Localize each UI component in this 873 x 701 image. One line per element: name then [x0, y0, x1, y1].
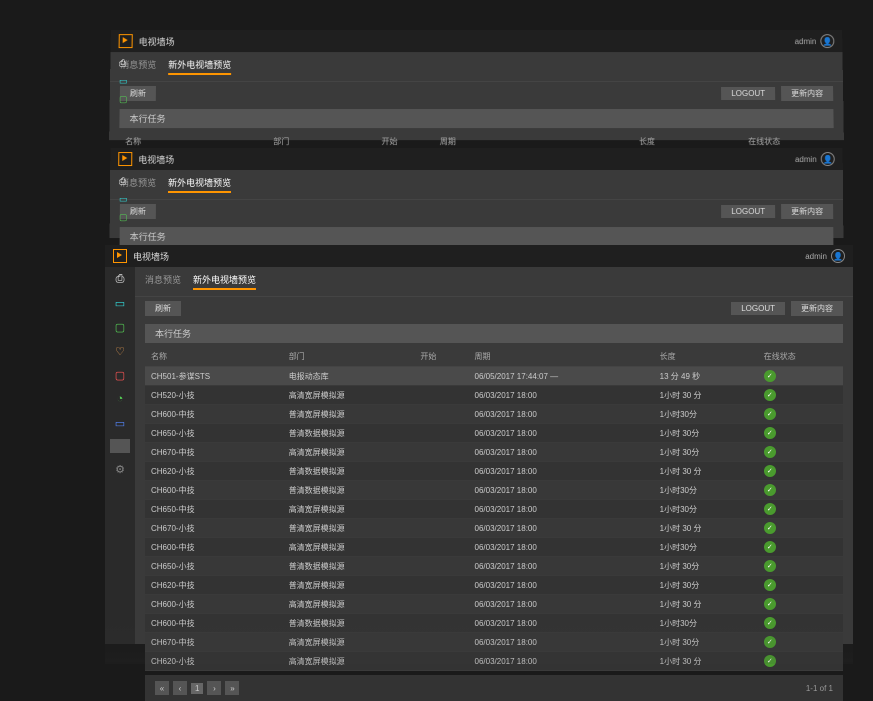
check-icon: ✓	[764, 484, 776, 496]
section-label: 本行任务	[145, 324, 843, 343]
username: admin	[795, 37, 817, 46]
user-area[interactable]: admin 👤	[805, 249, 845, 263]
col-name[interactable]: 名称	[145, 347, 283, 367]
pager-page: 1	[191, 683, 203, 694]
update-button[interactable]: 更新内容	[781, 86, 833, 101]
print-icon[interactable]: ⎙	[119, 176, 131, 188]
check-icon: ✓	[764, 427, 776, 439]
col-period[interactable]: 周期	[469, 347, 654, 367]
pager-info: 1-1 of 1	[806, 684, 833, 693]
refresh-button[interactable]: 刷新	[145, 301, 181, 316]
logo-icon	[113, 249, 127, 263]
col-dept[interactable]: 部门	[283, 347, 415, 367]
table-row[interactable]: CH670-小技 普清宽屏模拟源 06/03/2017 18:00 1小时 30…	[145, 519, 843, 538]
folder-icon[interactable]: ▭	[112, 415, 128, 431]
print-icon[interactable]: ⎙	[119, 58, 131, 70]
header-2: 电视墙场 admin 👤	[110, 148, 843, 170]
table-row[interactable]: CH650-小技 普清数据模拟源 06/03/2017 18:00 1小时 30…	[145, 557, 843, 576]
check-icon: ✓	[764, 560, 776, 572]
update-button[interactable]: 更新内容	[791, 301, 843, 316]
logout-button[interactable]: LOGOUT	[731, 302, 785, 315]
check-icon: ✓	[764, 446, 776, 458]
logo-icon	[118, 152, 132, 166]
sidebar-mini-2: ⎙ ▭ ▢	[114, 172, 136, 232]
sidebar-mini-1: ⎙ ▭ ▢	[114, 54, 136, 134]
user-area[interactable]: admin 👤	[795, 152, 835, 166]
panel-1: 电视墙场 admin 👤 消息预览 新外电视墙预览 刷新 LOGOUT 更新内容…	[109, 30, 844, 140]
screen-icon[interactable]: ▭	[119, 194, 131, 206]
panel-3: 电视墙场 admin 👤 消息预览 新外电视墙预览 刷新 LOGOUT 更新内容…	[105, 245, 853, 644]
monitor-icon[interactable]: ▢	[112, 319, 128, 335]
check-icon: ✓	[764, 465, 776, 477]
table-row[interactable]: CH600-中技 高清宽屏模拟源 06/03/2017 18:00 1小时30分…	[145, 538, 843, 557]
app-title: 电视墙场	[138, 153, 174, 166]
section-label: 本行任务	[119, 109, 833, 128]
table-row[interactable]: CH650-中技 高清宽屏模拟源 06/03/2017 18:00 1小时30分…	[145, 500, 843, 519]
update-button[interactable]: 更新内容	[781, 204, 833, 219]
monitor-icon[interactable]: ▢	[119, 94, 131, 106]
user-area[interactable]: admin 👤	[794, 34, 834, 48]
tabs-1: 消息预览 新外电视墙预览	[110, 52, 843, 82]
chart-icon[interactable]: ◔	[112, 391, 128, 407]
check-icon: ✓	[764, 389, 776, 401]
app-title: 电视墙场	[133, 250, 169, 263]
pager-next[interactable]: ›	[207, 681, 221, 695]
table-row[interactable]: CH620-中技 普清宽屏模拟源 06/03/2017 18:00 1小时 30…	[145, 576, 843, 595]
table-row[interactable]: CH600-中技 普清宽屏模拟源 06/03/2017 18:00 1小时30分…	[145, 405, 843, 424]
square-icon[interactable]: ▢	[112, 367, 128, 383]
screen-icon[interactable]: ▭	[119, 76, 131, 88]
check-icon: ✓	[764, 541, 776, 553]
pager-first[interactable]: «	[155, 681, 169, 695]
col-start[interactable]: 开始	[414, 347, 468, 367]
col-status[interactable]: 在线状态	[758, 347, 843, 367]
check-icon: ✓	[764, 598, 776, 610]
tab-wall[interactable]: 新外电视墙预览	[168, 58, 231, 75]
table-row[interactable]: CH600-小技 高清宽屏模拟源 06/03/2017 18:00 1小时 30…	[145, 595, 843, 614]
border-icon[interactable]	[110, 439, 130, 453]
app-title: 电视墙场	[139, 35, 175, 48]
table-row[interactable]: CH670-中技 高清宽屏模拟源 06/03/2017 18:00 1小时 30…	[145, 443, 843, 462]
avatar-icon: 👤	[831, 249, 845, 263]
table-row[interactable]: CH650-小技 普清数据模拟源 06/03/2017 18:00 1小时 30…	[145, 424, 843, 443]
heart-icon[interactable]: ♡	[112, 343, 128, 359]
sidebar: ⎙ ▭ ▢ ♡ ▢ ◔ ▭ ⚙	[105, 267, 135, 644]
table-row[interactable]: CH520-小技 高清宽屏模拟源 06/03/2017 18:00 1小时 30…	[145, 386, 843, 405]
pager-prev[interactable]: ‹	[173, 681, 187, 695]
check-icon: ✓	[764, 370, 776, 382]
tab-wall[interactable]: 新外电视墙预览	[168, 176, 231, 193]
table-row[interactable]: CH620-小技 普清数据模拟源 06/03/2017 18:00 1小时 30…	[145, 462, 843, 481]
avatar-icon: 👤	[821, 152, 835, 166]
reflection	[105, 614, 853, 664]
tab-preview[interactable]: 消息预览	[145, 273, 181, 290]
tab-wall[interactable]: 新外电视墙预览	[193, 273, 256, 290]
gear-icon[interactable]: ⚙	[112, 461, 128, 477]
tabs-3: 消息预览 新外电视墙预览	[135, 267, 853, 297]
monitor-icon[interactable]: ▢	[119, 212, 131, 224]
header-1: 电视墙场 admin 👤	[111, 30, 843, 52]
check-icon: ✓	[764, 579, 776, 591]
pager-last[interactable]: »	[225, 681, 239, 695]
avatar-icon: 👤	[820, 34, 834, 48]
logout-button[interactable]: LOGOUT	[721, 205, 775, 218]
header-3: 电视墙场 admin 👤	[105, 245, 853, 267]
check-icon: ✓	[764, 522, 776, 534]
pager: « ‹ 1 › » 1-1 of 1	[145, 675, 843, 701]
check-icon: ✓	[764, 503, 776, 515]
table-row[interactable]: CH501-参谋STS 电报动态库 06/05/2017 17:44:07 — …	[145, 367, 843, 386]
logo-icon	[119, 34, 133, 48]
check-icon: ✓	[764, 408, 776, 420]
screen-icon[interactable]: ▭	[112, 295, 128, 311]
tabs-2: 消息预览 新外电视墙预览	[110, 170, 843, 200]
col-dur[interactable]: 长度	[654, 347, 758, 367]
panel-2: 电视墙场 admin 👤 消息预览 新外电视墙预览 刷新 LOGOUT 更新内容…	[110, 148, 844, 238]
logout-button[interactable]: LOGOUT	[721, 87, 775, 100]
section-label: 本行任务	[120, 227, 834, 246]
table-row[interactable]: CH600-中技 普清数据模拟源 06/03/2017 18:00 1小时30分…	[145, 481, 843, 500]
toolbar-1: 刷新 LOGOUT 更新内容	[110, 82, 844, 105]
print-icon[interactable]: ⎙	[112, 271, 128, 287]
